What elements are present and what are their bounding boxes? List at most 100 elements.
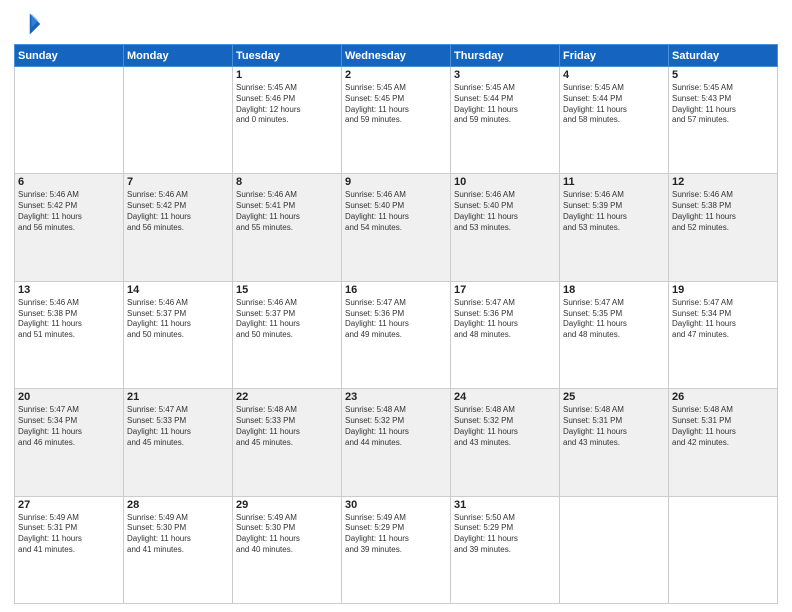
calendar-cell: 28Sunrise: 5:49 AM Sunset: 5:30 PM Dayli…	[124, 496, 233, 603]
day-info: Sunrise: 5:46 AM Sunset: 5:42 PM Dayligh…	[18, 190, 120, 233]
calendar-cell	[15, 67, 124, 174]
day-number: 23	[345, 391, 447, 403]
calendar-cell	[124, 67, 233, 174]
day-info: Sunrise: 5:45 AM Sunset: 5:43 PM Dayligh…	[672, 83, 774, 126]
day-number: 3	[454, 69, 556, 81]
calendar-cell: 16 Sunrise: 5:47 AM Sunset: 5:36 PM Dayli…	[342, 281, 451, 388]
day-info: Sunrise: 5:47 AM Sunset: 5:33 PM Dayligh…	[127, 405, 229, 448]
day-info: Sunrise: 5:47 AM Sunset: 5:36 PM Dayligh…	[345, 298, 447, 341]
weekday-header-row: SundayMondayTuesdayWednesdayThursdayFrid…	[15, 45, 778, 67]
calendar-cell: 25 Sunrise: 5:48 AM Sunset: 5:31 PM Dayli…	[560, 389, 669, 496]
day-number: 27	[18, 499, 120, 511]
day-number: 16	[345, 284, 447, 296]
day-number: 20	[18, 391, 120, 403]
day-info: Sunrise: 5:48 AM Sunset: 5:31 PM Dayligh…	[672, 405, 774, 448]
day-number: 15	[236, 284, 338, 296]
calendar-cell: 15 Sunrise: 5:46 AM Sunset: 5:37 PM Dayli…	[233, 281, 342, 388]
day-number: 24	[454, 391, 556, 403]
day-info: Sunrise: 5:46 AM Sunset: 5:38 PM Dayligh…	[672, 190, 774, 233]
weekday-header-wednesday: Wednesday	[342, 45, 451, 67]
calendar-week-row-1: 1 Sunrise: 5:45 AM Sunset: 5:46 PM Daylig…	[15, 67, 778, 174]
calendar-cell: 4 Sunrise: 5:45 AM Sunset: 5:44 PM Daylig…	[560, 67, 669, 174]
calendar-cell: 31 Sunrise: 5:50 AM Sunset: 5:29 PM Dayli…	[451, 496, 560, 603]
day-number: 30	[345, 499, 447, 511]
day-info: Sunrise: 5:48 AM Sunset: 5:31 PM Dayligh…	[563, 405, 665, 448]
day-info: Sunrise: 5:45 AM Sunset: 5:44 PM Dayligh…	[563, 83, 665, 126]
calendar-cell	[560, 496, 669, 603]
calendar-cell: 7 Sunrise: 5:46 AM Sunset: 5:42 PM Daylig…	[124, 174, 233, 281]
calendar-cell: 29 Sunrise: 5:49 AM Sunset: 5:30 PM Dayli…	[233, 496, 342, 603]
logo	[14, 10, 46, 38]
weekday-header-tuesday: Tuesday	[233, 45, 342, 67]
calendar-cell: 17Sunrise: 5:47 AM Sunset: 5:36 PM Dayli…	[451, 281, 560, 388]
day-number: 7	[127, 176, 229, 188]
day-info: Sunrise: 5:46 AM Sunset: 5:39 PM Dayligh…	[563, 190, 665, 233]
day-number: 26	[672, 391, 774, 403]
day-number: 14	[127, 284, 229, 296]
day-number: 17	[454, 284, 556, 296]
page: SundayMondayTuesdayWednesdayThursdayFrid…	[0, 0, 792, 612]
day-number: 11	[563, 176, 665, 188]
day-number: 28	[127, 499, 229, 511]
day-info: Sunrise: 5:50 AM Sunset: 5:29 PM Dayligh…	[454, 513, 556, 556]
day-info: Sunrise: 5:47 AM Sunset: 5:34 PM Dayligh…	[672, 298, 774, 341]
day-info: Sunrise: 5:45 AM Sunset: 5:46 PM Dayligh…	[236, 83, 338, 126]
calendar-table: SundayMondayTuesdayWednesdayThursdayFrid…	[14, 44, 778, 604]
calendar-cell	[669, 496, 778, 603]
calendar-cell: 18Sunrise: 5:47 AM Sunset: 5:35 PM Dayli…	[560, 281, 669, 388]
calendar-cell: 9 Sunrise: 5:46 AM Sunset: 5:40 PM Daylig…	[342, 174, 451, 281]
weekday-header-thursday: Thursday	[451, 45, 560, 67]
calendar-week-row-4: 20Sunrise: 5:47 AM Sunset: 5:34 PM Dayli…	[15, 389, 778, 496]
calendar-cell: 26 Sunrise: 5:48 AM Sunset: 5:31 PM Dayli…	[669, 389, 778, 496]
calendar-cell: 27 Sunrise: 5:49 AM Sunset: 5:31 PM Dayli…	[15, 496, 124, 603]
day-info: Sunrise: 5:48 AM Sunset: 5:33 PM Dayligh…	[236, 405, 338, 448]
calendar-cell: 11 Sunrise: 5:46 AM Sunset: 5:39 PM Dayli…	[560, 174, 669, 281]
day-info: Sunrise: 5:45 AM Sunset: 5:44 PM Dayligh…	[454, 83, 556, 126]
day-number: 19	[672, 284, 774, 296]
day-info: Sunrise: 5:48 AM Sunset: 5:32 PM Dayligh…	[454, 405, 556, 448]
header	[14, 10, 778, 38]
day-number: 1	[236, 69, 338, 81]
day-info: Sunrise: 5:46 AM Sunset: 5:40 PM Dayligh…	[454, 190, 556, 233]
calendar-cell: 2 Sunrise: 5:45 AM Sunset: 5:45 PM Daylig…	[342, 67, 451, 174]
day-info: Sunrise: 5:46 AM Sunset: 5:37 PM Dayligh…	[236, 298, 338, 341]
day-number: 18	[563, 284, 665, 296]
day-number: 21	[127, 391, 229, 403]
calendar-cell: 10Sunrise: 5:46 AM Sunset: 5:40 PM Dayli…	[451, 174, 560, 281]
calendar-cell: 20Sunrise: 5:47 AM Sunset: 5:34 PM Dayli…	[15, 389, 124, 496]
weekday-header-monday: Monday	[124, 45, 233, 67]
day-info: Sunrise: 5:46 AM Sunset: 5:40 PM Dayligh…	[345, 190, 447, 233]
day-number: 4	[563, 69, 665, 81]
calendar-cell: 24 Sunrise: 5:48 AM Sunset: 5:32 PM Dayli…	[451, 389, 560, 496]
day-info: Sunrise: 5:49 AM Sunset: 5:30 PM Dayligh…	[236, 513, 338, 556]
day-number: 31	[454, 499, 556, 511]
day-info: Sunrise: 5:46 AM Sunset: 5:42 PM Dayligh…	[127, 190, 229, 233]
day-info: Sunrise: 5:46 AM Sunset: 5:38 PM Dayligh…	[18, 298, 120, 341]
day-number: 5	[672, 69, 774, 81]
calendar-week-row-2: 6 Sunrise: 5:46 AM Sunset: 5:42 PM Daylig…	[15, 174, 778, 281]
calendar-cell: 8 Sunrise: 5:46 AM Sunset: 5:41 PM Daylig…	[233, 174, 342, 281]
day-number: 12	[672, 176, 774, 188]
weekday-header-sunday: Sunday	[15, 45, 124, 67]
day-info: Sunrise: 5:49 AM Sunset: 5:29 PM Dayligh…	[345, 513, 447, 556]
day-number: 6	[18, 176, 120, 188]
day-info: Sunrise: 5:45 AM Sunset: 5:45 PM Dayligh…	[345, 83, 447, 126]
day-number: 29	[236, 499, 338, 511]
weekday-header-saturday: Saturday	[669, 45, 778, 67]
day-number: 2	[345, 69, 447, 81]
day-info: Sunrise: 5:48 AM Sunset: 5:32 PM Dayligh…	[345, 405, 447, 448]
calendar-cell: 5 Sunrise: 5:45 AM Sunset: 5:43 PM Daylig…	[669, 67, 778, 174]
calendar-cell: 6 Sunrise: 5:46 AM Sunset: 5:42 PM Daylig…	[15, 174, 124, 281]
weekday-header-friday: Friday	[560, 45, 669, 67]
day-number: 9	[345, 176, 447, 188]
calendar-cell: 12 Sunrise: 5:46 AM Sunset: 5:38 PM Dayli…	[669, 174, 778, 281]
day-info: Sunrise: 5:46 AM Sunset: 5:41 PM Dayligh…	[236, 190, 338, 233]
day-info: Sunrise: 5:49 AM Sunset: 5:31 PM Dayligh…	[18, 513, 120, 556]
logo-icon	[14, 10, 42, 38]
calendar-cell: 1 Sunrise: 5:45 AM Sunset: 5:46 PM Daylig…	[233, 67, 342, 174]
day-number: 8	[236, 176, 338, 188]
day-number: 22	[236, 391, 338, 403]
day-number: 25	[563, 391, 665, 403]
calendar-week-row-5: 27 Sunrise: 5:49 AM Sunset: 5:31 PM Dayli…	[15, 496, 778, 603]
calendar-cell: 13Sunrise: 5:46 AM Sunset: 5:38 PM Dayli…	[15, 281, 124, 388]
